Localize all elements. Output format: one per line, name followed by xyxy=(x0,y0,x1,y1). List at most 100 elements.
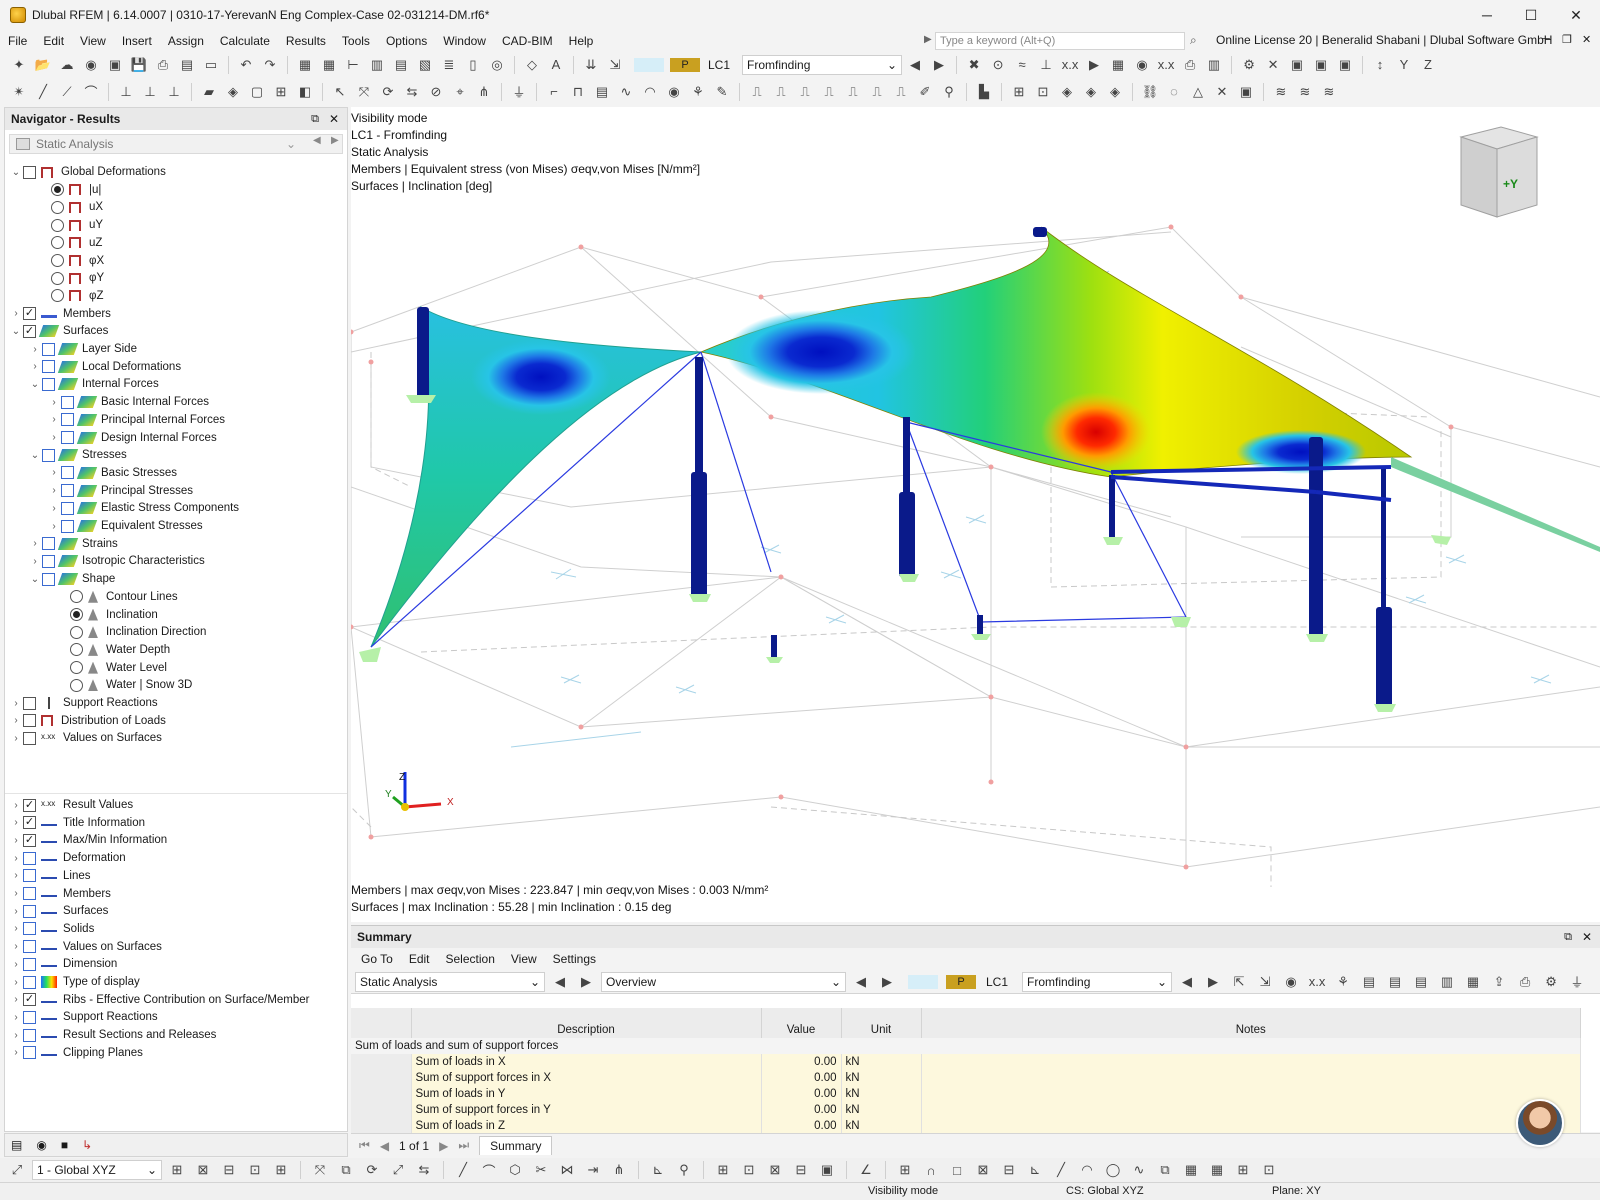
box-view3-icon[interactable]: ▣ xyxy=(1334,55,1356,75)
mdi-close-icon[interactable]: ✕ xyxy=(1582,33,1591,46)
snap-icon[interactable]: ⋔ xyxy=(473,82,495,102)
chevron-right-icon[interactable]: › xyxy=(47,485,61,496)
menu-item[interactable]: Calculate xyxy=(212,34,278,48)
table-row[interactable]: Sum of loads in X 0.00 kN xyxy=(351,1054,1581,1070)
stack2-icon[interactable]: ≋ xyxy=(1294,82,1316,102)
maximize-button[interactable]: ☐ xyxy=(1508,0,1554,30)
mdi-minimize-icon[interactable]: ─ xyxy=(1542,33,1550,45)
workplane-icon[interactable]: ▣ xyxy=(816,1160,838,1180)
tree-item[interactable]: Water Level xyxy=(47,659,167,677)
checkbox[interactable]: ✓ xyxy=(23,307,36,321)
menu-item[interactable]: Results xyxy=(278,34,334,48)
snap-solid-icon[interactable]: ⊞ xyxy=(270,1160,292,1180)
chevron-right-icon[interactable]: › xyxy=(9,977,23,988)
checkbox[interactable] xyxy=(42,360,55,374)
globe-icon[interactable]: ◎ xyxy=(486,55,508,75)
checkbox[interactable] xyxy=(42,572,55,586)
table-row[interactable]: Sum of support forces in Y 0.00 kN xyxy=(351,1102,1581,1118)
report-icon[interactable]: ▤ xyxy=(176,55,198,75)
chevron-right-icon[interactable]: › xyxy=(9,817,23,828)
tree-item[interactable]: uX xyxy=(28,198,103,216)
cross-icon[interactable]: ✕ xyxy=(1211,82,1233,102)
tree-item[interactable]: ⌄ Stresses xyxy=(28,446,127,464)
rule5-icon[interactable]: ⎍ xyxy=(842,82,864,102)
tab-summary[interactable]: Summary xyxy=(479,1136,553,1155)
render-icon[interactable]: ◇ xyxy=(521,55,543,75)
cs-icon[interactable]: ⤢ xyxy=(6,1160,28,1180)
connect-icon[interactable]: ⌖ xyxy=(449,82,471,102)
animation-icon[interactable]: ▶ xyxy=(1083,55,1105,75)
last-page-icon[interactable]: ⏭ xyxy=(458,1138,469,1153)
pen-icon[interactable]: ✎ xyxy=(711,82,733,102)
checkbox[interactable] xyxy=(61,501,74,515)
columns-icon[interactable]: ▥ xyxy=(1436,972,1458,992)
previous-page-icon[interactable]: ◀ xyxy=(380,1139,389,1153)
chevron-right-icon[interactable]: › xyxy=(9,308,23,319)
arc-icon[interactable]: ⌒ xyxy=(80,82,102,102)
chevron-right-icon[interactable]: › xyxy=(28,538,42,549)
rule2-icon[interactable]: ⎍ xyxy=(770,82,792,102)
spline-icon[interactable]: ∿ xyxy=(1128,1160,1150,1180)
print-graphic-icon[interactable]: ⎙ xyxy=(1179,55,1201,75)
checkbox[interactable] xyxy=(61,466,74,480)
results-tab-icon[interactable]: ↳ xyxy=(82,1138,92,1152)
chevron-right-icon[interactable]: › xyxy=(9,923,23,934)
analysis-select[interactable]: Static Analysis ⌄ xyxy=(355,971,545,992)
wave-icon[interactable]: ∿ xyxy=(615,82,637,102)
result-point-icon[interactable]: ⊙ xyxy=(987,55,1009,75)
mdi-restore-icon[interactable]: ❐ xyxy=(1562,33,1572,46)
grid-icon[interactable]: ▦ xyxy=(1462,972,1484,992)
close-icon[interactable]: ✕ xyxy=(1582,930,1592,944)
menu-item[interactable]: Assign xyxy=(160,34,212,48)
chevron-right-icon[interactable]: › xyxy=(47,503,61,514)
tree-item[interactable]: › ✓ Title Information xyxy=(9,814,145,832)
membrane-icon[interactable]: ◠ xyxy=(639,82,661,102)
chevron-right-icon[interactable]: › xyxy=(9,800,23,811)
checkbox[interactable] xyxy=(61,431,74,444)
deformed-icon[interactable]: ≈ xyxy=(1011,55,1033,75)
mirror-icon[interactable]: ⇆ xyxy=(401,82,423,102)
tree-item[interactable]: › Isotropic Characteristics xyxy=(28,552,205,570)
node-support-icon[interactable]: ⊥ xyxy=(115,82,137,102)
table3-icon[interactable]: ▤ xyxy=(1410,972,1432,992)
checkbox[interactable] xyxy=(61,484,74,498)
mirror-icon[interactable]: ⇆ xyxy=(413,1160,435,1180)
chevron-right-icon[interactable]: › xyxy=(9,959,23,970)
mesh-icon[interactable]: ⊞ xyxy=(270,82,292,102)
pin-icon[interactable]: ⚲ xyxy=(938,82,960,102)
chevron-right-icon[interactable]: › xyxy=(28,361,42,372)
checkbox[interactable] xyxy=(42,554,55,568)
radio-button[interactable] xyxy=(51,289,64,303)
tree-item[interactable]: › Basic Internal Forces xyxy=(47,393,209,411)
checkbox[interactable] xyxy=(23,165,36,179)
stack3-icon[interactable]: ≋ xyxy=(1318,82,1340,102)
settings-icon[interactable]: ⚙ xyxy=(1540,972,1562,992)
chevron-right-icon[interactable]: › xyxy=(47,432,61,443)
tree-item[interactable]: φX xyxy=(28,252,104,270)
checkbox[interactable] xyxy=(42,342,55,356)
rule-icon[interactable]: ⎍ xyxy=(746,82,768,102)
polyline-icon[interactable]: ⟋ xyxy=(56,82,78,102)
chevron-right-icon[interactable]: › xyxy=(9,715,23,726)
menu-item[interactable]: Window xyxy=(435,34,494,48)
chevron-down-icon[interactable]: ⌄ xyxy=(28,450,42,461)
tree-item[interactable]: Inclination xyxy=(47,606,158,624)
cut-tool-icon[interactable]: ✂ xyxy=(530,1160,552,1180)
results-filter-icon[interactable]: ✖ xyxy=(963,55,985,75)
scale-icon[interactable]: ⤢ xyxy=(387,1160,409,1180)
minimize-button[interactable]: ─ xyxy=(1464,0,1510,30)
chevron-right-icon[interactable]: › xyxy=(9,1012,23,1023)
delete-icon[interactable]: ✕ xyxy=(1262,55,1284,75)
tree-item[interactable]: Inclination Direction xyxy=(47,623,206,641)
arc-tool-icon[interactable]: ⌒ xyxy=(478,1160,500,1180)
checkbox[interactable] xyxy=(61,413,74,427)
extend-tool-icon[interactable]: ⇥ xyxy=(582,1160,604,1180)
frame-icon[interactable]: ⌐ xyxy=(543,82,565,102)
print-icon[interactable]: ⎙ xyxy=(152,55,174,75)
radio-button[interactable] xyxy=(70,590,83,604)
load-icon[interactable]: ⇊ xyxy=(580,55,602,75)
next-icon[interactable]: ▶ xyxy=(876,972,898,992)
chevron-right-icon[interactable]: › xyxy=(9,1047,23,1058)
view-mode3-icon[interactable]: ◈ xyxy=(1104,82,1126,102)
chevron-right-icon[interactable]: › xyxy=(9,698,23,709)
